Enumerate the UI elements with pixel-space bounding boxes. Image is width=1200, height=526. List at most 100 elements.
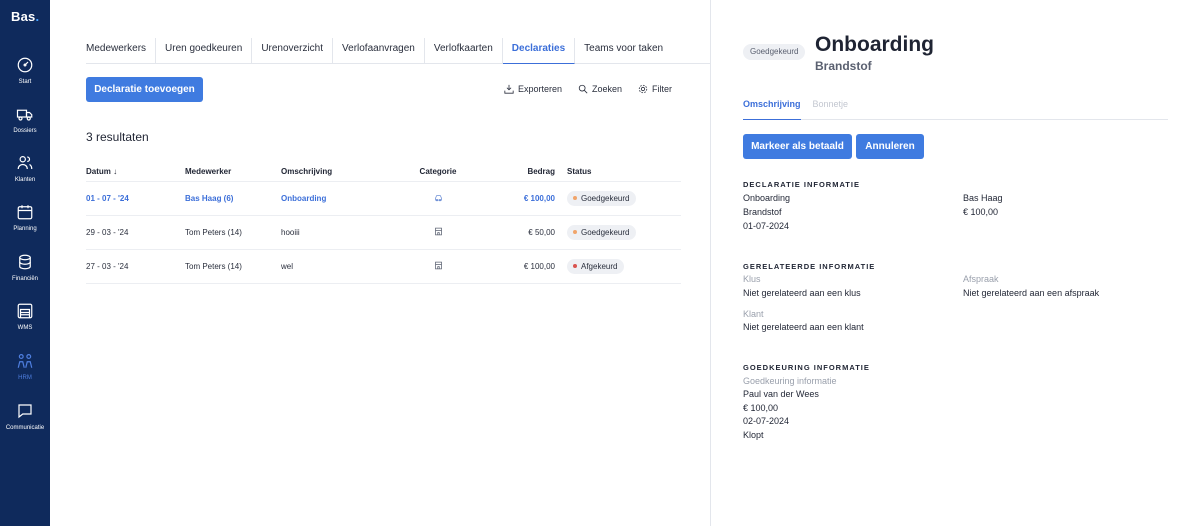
section-heading-related: GERELATEERDE INFORMATIE: [743, 262, 876, 271]
column-header-employee[interactable]: Medewerker: [185, 163, 281, 182]
approval-note: Klopt: [743, 430, 764, 440]
status-badge: Goedgekeurd: [567, 190, 637, 206]
declaration-detail-panel: Goedgekeurd Onboarding Brandstof Omschri…: [711, 0, 1200, 526]
cell-status: Afgekeurd: [565, 249, 681, 284]
sidebar-item-communicatie[interactable]: Communicatie: [0, 402, 50, 442]
main-content: Medewerkers Uren goedkeuren Urenoverzich…: [50, 0, 711, 526]
mark-paid-button[interactable]: Markeer als betaald: [743, 134, 852, 159]
table-toolbar: Exporteren Zoeken Filter: [504, 84, 672, 94]
related-customer-label: Klant: [743, 309, 764, 319]
declaration-category: Brandstof: [743, 207, 782, 217]
detail-subtitle: Brandstof: [815, 59, 872, 73]
cell-category: [401, 215, 475, 250]
tab-verlofaanvragen[interactable]: Verlofaanvragen: [333, 38, 425, 64]
cell-amount: € 100,00: [475, 181, 565, 216]
column-header-status[interactable]: Status: [565, 163, 681, 182]
tab-bonnetje[interactable]: Bonnetje: [813, 99, 849, 120]
sidebar-item-planning[interactable]: Planning: [0, 203, 50, 243]
column-header-date[interactable]: Datum ↓: [86, 163, 185, 182]
sidebar-item-label: HRM: [18, 375, 32, 381]
cell-description: hooiii: [281, 215, 401, 250]
tab-verlofkaarten[interactable]: Verlofkaarten: [425, 38, 503, 64]
declaration-amount: € 100,00: [963, 207, 999, 217]
download-icon: [504, 84, 514, 94]
sidebar: Bas. Start Dossiers Klanten Planning Fin…: [0, 0, 50, 526]
brand-logo[interactable]: Bas.: [11, 9, 39, 24]
table-row[interactable]: 29 - 03 - '24 Tom Peters (14) hooiii € 5…: [86, 215, 681, 250]
cell-employee: Tom Peters (14): [185, 249, 281, 284]
results-count: 3 resultaten: [86, 130, 149, 144]
cell-employee: Tom Peters (14): [185, 215, 281, 250]
building-icon: [434, 227, 442, 235]
cancel-button[interactable]: Annuleren: [856, 134, 924, 159]
sort-down-arrow-icon[interactable]: ↓: [113, 167, 117, 176]
tab-omschrijving[interactable]: Omschrijving: [743, 99, 801, 120]
sidebar-item-label: Start: [18, 79, 32, 85]
declaration-description: Onboarding: [743, 193, 791, 203]
section-heading-declaration: DECLARATIE INFORMATIE: [743, 180, 860, 189]
detail-tabs: Omschrijving Bonnetje: [743, 99, 1168, 120]
tab-declaraties[interactable]: Declaraties: [502, 38, 576, 64]
calendar-icon: [17, 205, 33, 220]
approval-date: 02-07-2024: [743, 416, 790, 426]
search-label: Zoeken: [591, 84, 622, 94]
sidebar-item-label: Dossiers: [13, 128, 37, 134]
sidebar-item-hrm[interactable]: HRM: [0, 352, 50, 392]
sidebar-item-klanten[interactable]: Klanten: [0, 154, 50, 194]
export-button[interactable]: Exporteren: [504, 84, 562, 94]
tab-medewerkers[interactable]: Medewerkers: [86, 38, 157, 64]
car-icon: [434, 194, 442, 201]
cell-category: [401, 181, 475, 216]
status-badge: Goedgekeurd: [743, 44, 806, 60]
column-header-amount[interactable]: Bedrag: [475, 163, 565, 182]
declaration-employee: Bas Haag: [963, 193, 1003, 203]
status-badge: Goedgekeurd: [567, 224, 637, 240]
gear-icon: [638, 84, 648, 94]
cell-amount: € 50,00: [475, 215, 565, 250]
sidebar-item-start[interactable]: Start: [0, 56, 50, 96]
export-label: Exporteren: [517, 84, 562, 94]
search-button[interactable]: Zoeken: [578, 84, 622, 94]
sidebar-item-dossiers[interactable]: Dossiers: [0, 105, 50, 145]
sidebar-item-label: Planning: [13, 226, 37, 232]
related-job-label: Klus: [743, 274, 761, 284]
cell-category: [401, 249, 475, 284]
declarations-table: Datum ↓ Medewerker Omschrijving Categori…: [86, 163, 681, 284]
filter-label: Filter: [652, 84, 672, 94]
table-row[interactable]: 27 - 03 - '24 Tom Peters (14) wel € 100,…: [86, 249, 681, 284]
cell-description: wel: [281, 249, 401, 284]
chat-icon: [18, 404, 32, 419]
sidebar-item-label: Communicatie: [5, 425, 45, 431]
related-customer-value: Niet gerelateerd aan een klant: [743, 322, 864, 332]
cell-status: Goedgekeurd: [565, 215, 681, 250]
sidebar-item-wms[interactable]: WMS: [0, 302, 50, 342]
column-header-description[interactable]: Omschrijving: [281, 163, 401, 182]
cell-description: Onboarding: [281, 181, 401, 216]
search-icon: [578, 84, 588, 94]
sidebar-item-financien[interactable]: Financiën: [0, 253, 50, 293]
cell-status: Goedgekeurd: [565, 181, 681, 216]
hrm-tabs: Medewerkers Uren goedkeuren Urenoverzich…: [86, 38, 711, 64]
tab-uren-goedkeuren[interactable]: Uren goedkeuren: [156, 38, 253, 64]
cell-date: 29 - 03 - '24: [86, 215, 185, 250]
tab-teams-voor-taken[interactable]: Teams voor taken: [575, 38, 672, 64]
section-heading-approval: GOEDKEURING INFORMATIE: [743, 363, 870, 372]
approval-amount: € 100,00: [743, 403, 779, 413]
sidebar-item-label: Klanten: [14, 177, 36, 183]
table-row[interactable]: 01 - 07 - '24 Bas Haag (6) Onboarding € …: [86, 181, 681, 216]
add-declaration-button[interactable]: Declaratie toevoegen: [86, 77, 203, 102]
warehouse-icon: [17, 303, 33, 319]
tab-urenoverzicht[interactable]: Urenoverzicht: [252, 38, 334, 64]
status-dot: [573, 230, 577, 234]
cell-date: 27 - 03 - '24: [86, 249, 185, 284]
approval-label: Goedkeuring informatie: [743, 376, 837, 386]
detail-title: Onboarding: [815, 33, 934, 56]
status-dot: [573, 264, 577, 268]
cell-date: 01 - 07 - '24: [86, 181, 185, 216]
status-dot: [573, 196, 577, 200]
related-job-value: Niet gerelateerd aan een klus: [743, 288, 861, 298]
related-appointment-label: Afspraak: [963, 274, 999, 284]
filter-button[interactable]: Filter: [638, 84, 672, 94]
column-header-category[interactable]: Categorie: [401, 163, 475, 182]
cell-employee: Bas Haag (6): [185, 181, 281, 216]
